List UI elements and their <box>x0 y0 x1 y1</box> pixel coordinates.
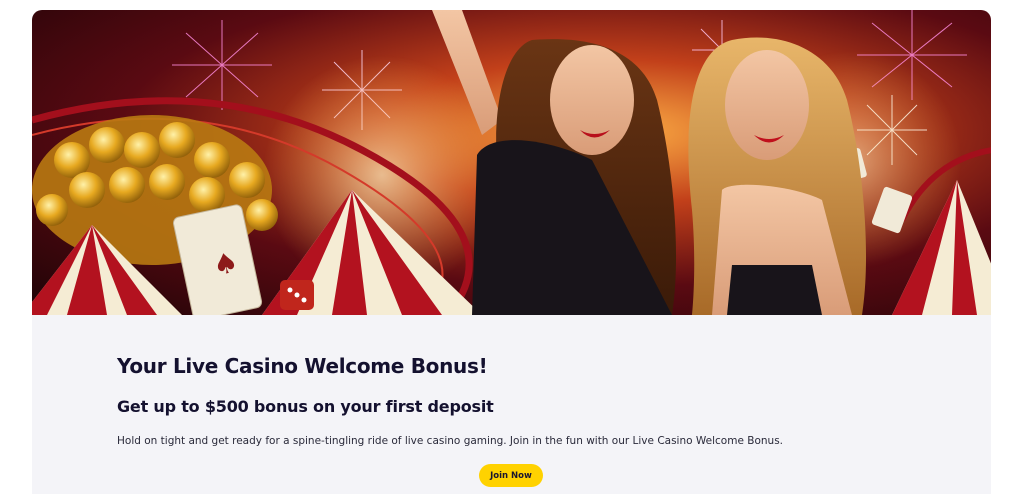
join-now-button[interactable]: Join Now <box>479 464 543 487</box>
promo-section: Your Live Casino Welcome Bonus! Get up t… <box>32 315 991 494</box>
hero-illustration: ♠ <box>32 10 991 315</box>
promo-title: Your Live Casino Welcome Bonus! <box>117 354 488 378</box>
promo-description: Hold on tight and get ready for a spine-… <box>117 435 783 447</box>
dice-icon <box>280 280 314 310</box>
promo-subtitle: Get up to $500 bonus on your first depos… <box>117 397 494 416</box>
hero-banner: ♠ <box>32 10 991 315</box>
promo-card: ♠ Your Live Casino Welcome Bonus! Get up… <box>32 10 991 494</box>
